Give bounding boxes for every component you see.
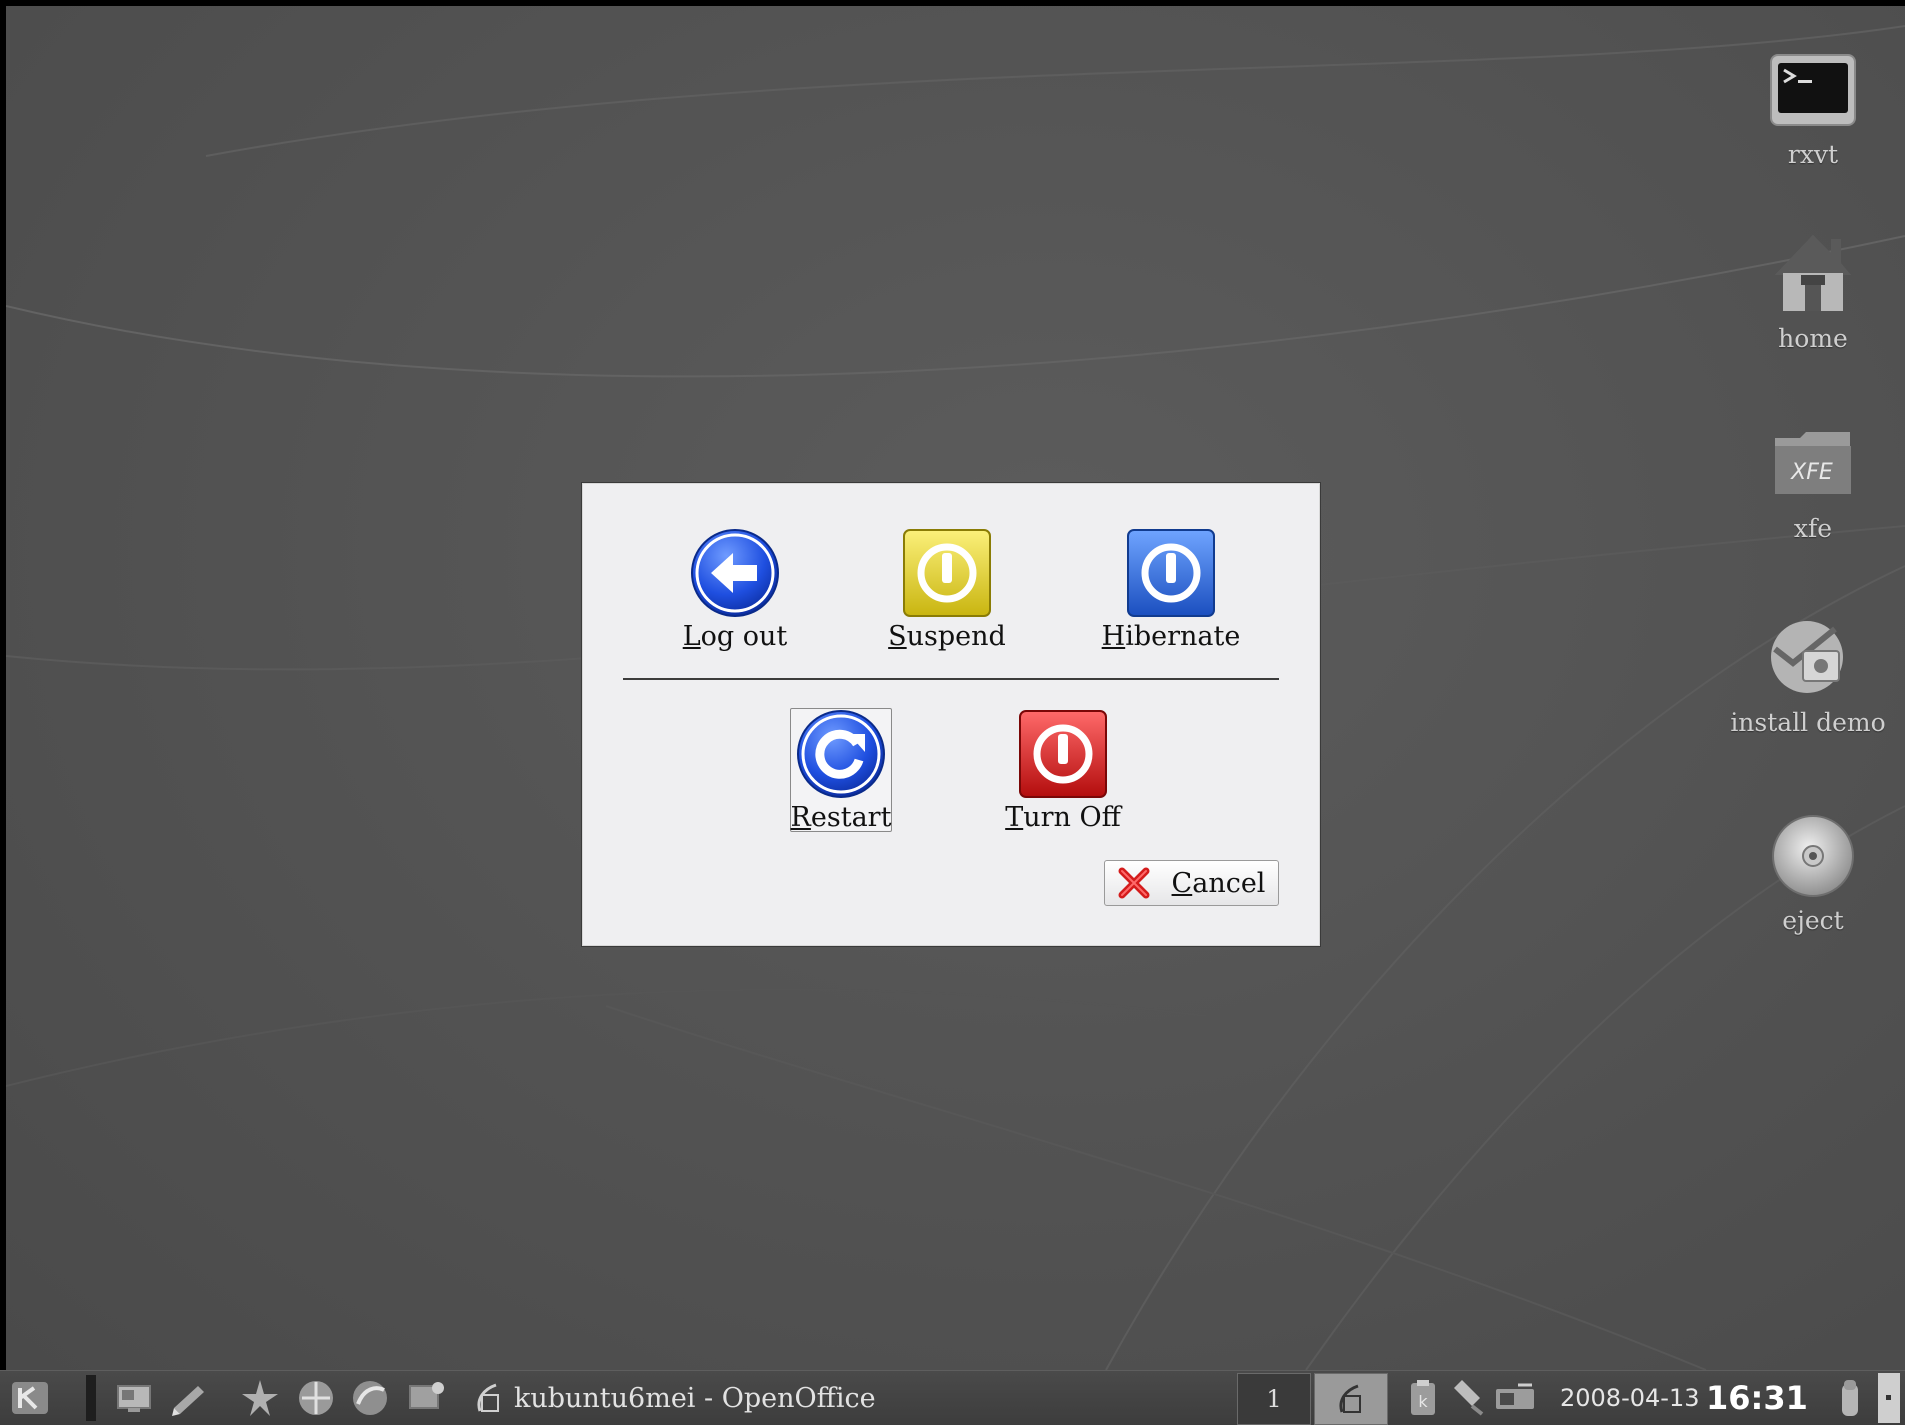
restart-button[interactable]: Restart bbox=[790, 708, 892, 833]
restart-icon bbox=[797, 710, 885, 798]
svg-text:k: k bbox=[1418, 1392, 1428, 1411]
panel-hide-button[interactable] bbox=[1878, 1371, 1900, 1425]
tray-network[interactable] bbox=[1494, 1371, 1536, 1425]
desktop-icon-label: install demo bbox=[1730, 708, 1886, 737]
quicklaunch-app-2[interactable] bbox=[296, 1371, 336, 1425]
panel-hide-dot bbox=[1886, 1395, 1891, 1400]
taskbar: kubuntu6mei - OpenOffice 1 k 2008-04-13 bbox=[0, 1370, 1905, 1425]
pager-desktop-1[interactable]: 1 bbox=[1237, 1373, 1311, 1425]
openoffice-icon bbox=[477, 1383, 499, 1412]
suspend-label: Suspend bbox=[888, 621, 1006, 652]
quicklaunch-editor[interactable] bbox=[170, 1371, 210, 1425]
dialog-separator bbox=[623, 678, 1279, 680]
logout-dialog: Log out Suspend Hibernate Restart Turn O… bbox=[582, 483, 1320, 946]
quicklaunch-app-1[interactable] bbox=[240, 1371, 280, 1425]
openoffice-icon bbox=[1339, 1384, 1361, 1413]
desktop-icon-label: eject bbox=[1782, 906, 1844, 935]
cancel-button[interactable]: Cancel bbox=[1104, 860, 1279, 906]
starburst-icon bbox=[242, 1380, 278, 1416]
quicklaunch-desktop[interactable] bbox=[114, 1371, 154, 1425]
usb-device-icon bbox=[1454, 1380, 1484, 1416]
power-icon bbox=[1127, 529, 1215, 617]
clock-date[interactable]: 2008-04-13 bbox=[1560, 1371, 1699, 1425]
pager-desktop-2[interactable] bbox=[1314, 1373, 1388, 1425]
kmenu-button[interactable] bbox=[10, 1371, 50, 1425]
cdrom-icon bbox=[1765, 808, 1861, 904]
tray-lock[interactable] bbox=[1836, 1371, 1864, 1425]
restart-label: Restart bbox=[790, 802, 892, 833]
desktop-icon-label: xfe bbox=[1793, 514, 1833, 543]
quicklaunch-settings[interactable] bbox=[406, 1371, 446, 1425]
power-icon bbox=[1019, 710, 1107, 798]
logout-label: Log out bbox=[682, 621, 788, 652]
hibernate-button[interactable]: Hibernate bbox=[1091, 527, 1251, 652]
task-label: kubuntu6mei - OpenOffice bbox=[514, 1382, 876, 1414]
turn-off-label: Turn Off bbox=[1005, 802, 1121, 833]
network-status-icon bbox=[1496, 1383, 1534, 1409]
desktop-icon-rxvt[interactable]: rxvt bbox=[1728, 42, 1898, 169]
xfe-badge-text: XFE bbox=[1790, 460, 1833, 485]
suspend-button[interactable]: Suspend bbox=[877, 527, 1017, 652]
red-x-icon bbox=[1118, 867, 1150, 899]
desktop-icon-install-demo[interactable]: install demo bbox=[1723, 610, 1893, 737]
tray-klipper[interactable]: k bbox=[1408, 1371, 1438, 1425]
desktop-icon-label: rxvt bbox=[1787, 140, 1839, 169]
xfe-folder-icon: XFE bbox=[1765, 416, 1861, 512]
show-desktop-icon bbox=[117, 1385, 151, 1412]
panel-handle-bar bbox=[86, 1375, 96, 1421]
panel-handle[interactable] bbox=[86, 1371, 96, 1425]
kde-menu-icon bbox=[12, 1382, 48, 1414]
pencil-icon bbox=[172, 1386, 204, 1416]
quicklaunch-browser[interactable] bbox=[350, 1371, 390, 1425]
pager-desktop-number: 1 bbox=[1266, 1385, 1282, 1413]
tray-usb[interactable] bbox=[1450, 1371, 1486, 1425]
browser-globe-icon bbox=[353, 1381, 387, 1415]
settings-monitor-icon bbox=[409, 1382, 444, 1409]
cancel-label: Cancel bbox=[1171, 867, 1266, 899]
clock-time-text: 16:31 bbox=[1706, 1379, 1808, 1417]
turn-off-button[interactable]: Turn Off bbox=[993, 708, 1133, 833]
panel-hide-handle bbox=[1878, 1373, 1900, 1423]
arrow-left-icon bbox=[691, 529, 779, 617]
network-icon bbox=[299, 1381, 333, 1415]
taskbar-task-openoffice[interactable]: kubuntu6mei - OpenOffice bbox=[474, 1371, 876, 1425]
clock-date-text: 2008-04-13 bbox=[1560, 1384, 1700, 1412]
clock-time[interactable]: 16:31 bbox=[1706, 1371, 1808, 1425]
terminal-icon bbox=[1765, 42, 1861, 138]
desktop-icon-label: home bbox=[1778, 324, 1848, 353]
home-icon bbox=[1765, 226, 1861, 322]
logout-button[interactable]: Log out bbox=[667, 527, 803, 652]
hibernate-label: Hibernate bbox=[1101, 621, 1241, 652]
power-icon bbox=[903, 529, 991, 617]
install-icon bbox=[1760, 610, 1856, 706]
clipboard-icon: k bbox=[1411, 1380, 1435, 1415]
desktop-icon-home[interactable]: home bbox=[1728, 226, 1898, 353]
lock-screen-icon bbox=[1842, 1380, 1858, 1416]
desktop-icon-eject[interactable]: eject bbox=[1728, 808, 1898, 935]
desktop-icon-xfe[interactable]: XFE xfe bbox=[1728, 416, 1898, 543]
